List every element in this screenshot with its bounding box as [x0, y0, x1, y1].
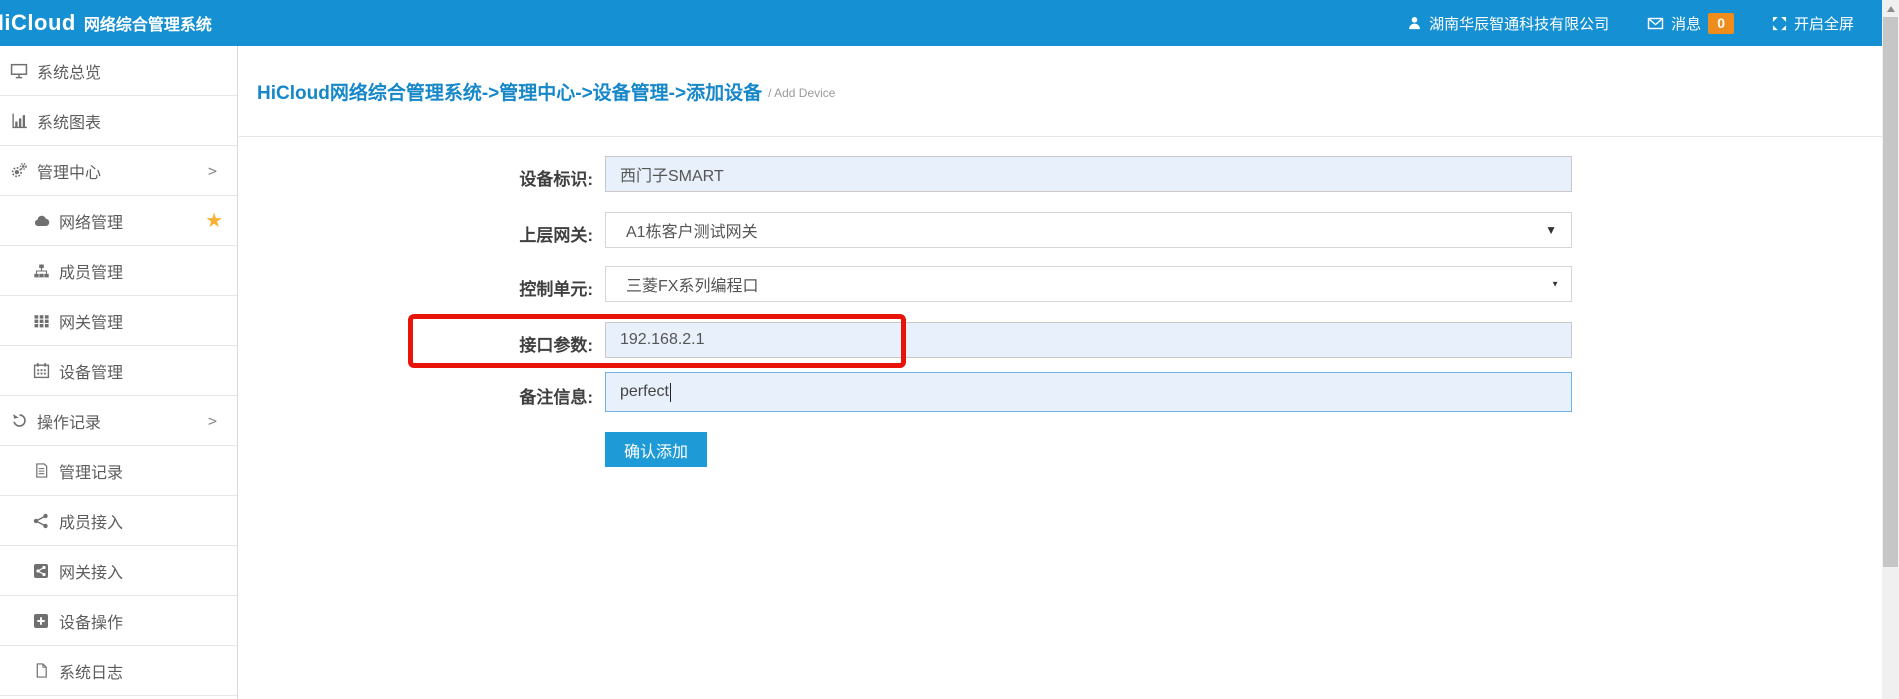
chevron-right-icon: > — [208, 162, 217, 180]
account-menu[interactable]: 湖南华辰智通科技有限公司 — [1407, 13, 1609, 34]
sidebar-item-member-access[interactable]: 成员接入 — [0, 496, 237, 546]
text-cursor — [670, 383, 671, 402]
topbar-right: 湖南华辰智通科技有限公司 消息 0 开启全屏 — [1407, 13, 1882, 34]
sidebar-item-label: 系统图表 — [37, 109, 101, 133]
messages-label: 消息 — [1671, 13, 1701, 34]
file-icon — [30, 662, 52, 679]
sidebar-item-label: 管理中心 — [37, 159, 101, 183]
scrollbar-thumb[interactable] — [1883, 17, 1898, 567]
sidebar-item-label: 系统日志 — [59, 659, 123, 683]
bar-chart-icon — [8, 112, 30, 129]
fullscreen-label: 开启全屏 — [1794, 13, 1854, 34]
vertical-scrollbar[interactable] — [1882, 0, 1899, 699]
confirm-add-button[interactable]: 确认添加 — [605, 432, 707, 467]
scroll-up-arrow[interactable] — [1882, 0, 1899, 17]
sidebar-item-management-records[interactable]: 管理记录 — [0, 446, 237, 496]
sidebar-item-operation-records[interactable]: 操作记录 > — [0, 396, 237, 446]
sidebar-item-label: 操作记录 — [37, 409, 101, 433]
sidebar-item-label: 设备操作 — [59, 609, 123, 633]
red-highlight-box — [408, 314, 906, 368]
star-icon[interactable]: ★ — [205, 211, 223, 231]
cloud-icon — [30, 213, 52, 229]
sidebar-item-management-center[interactable]: 管理中心 > — [0, 146, 237, 196]
device-id-label: 设备标识: — [360, 165, 593, 190]
sidebar-item-system-logs[interactable]: 系统日志 — [0, 646, 237, 696]
envelope-icon — [1647, 16, 1664, 31]
remarks-value: perfect — [620, 383, 669, 401]
remarks-input[interactable]: perfect — [605, 372, 1572, 412]
chevron-right-icon: > — [208, 412, 217, 430]
breadcrumb: HiCloud网络综合管理系统->管理中心->设备管理->添加设备 — [257, 78, 762, 105]
logo-title: 网络综合管理系统 — [84, 11, 212, 35]
messages-menu[interactable]: 消息 0 — [1647, 13, 1734, 34]
sidebar-item-label: 系统总览 — [37, 59, 101, 83]
share-square-icon — [30, 563, 52, 579]
file-text-icon — [30, 462, 52, 479]
caret-down-icon: ▼ — [1551, 280, 1559, 289]
app-logo[interactable]: HiCloud 网络综合管理系统 — [0, 10, 212, 36]
history-icon — [8, 412, 30, 429]
device-id-input[interactable] — [605, 156, 1572, 192]
sidebar-item-label: 网络管理 — [59, 209, 123, 233]
remarks-label: 备注信息: — [360, 383, 593, 408]
control-unit-label: 控制单元: — [360, 275, 593, 300]
sidebar-item-label: 成员接入 — [59, 509, 123, 533]
gears-icon — [8, 162, 30, 179]
breadcrumb-bar: HiCloud网络综合管理系统->管理中心->设备管理->添加设备 / Add … — [239, 46, 1882, 137]
monitor-icon — [8, 62, 30, 79]
sidebar-item-system-overview[interactable]: 系统总览 — [0, 46, 237, 96]
sidebar-item-label: 网关接入 — [59, 559, 123, 583]
control-unit-value: 三菱FX系列编程口 — [626, 272, 758, 296]
fullscreen-toggle[interactable]: 开启全屏 — [1772, 13, 1854, 34]
company-name: 湖南华辰智通科技有限公司 — [1429, 13, 1609, 34]
sidebar: 系统总览 系统图表 管理中心 > 网络管理 ★ 成员管理 — [0, 46, 238, 699]
upper-gateway-label: 上层网关: — [360, 221, 593, 246]
sidebar-item-label: 管理记录 — [59, 459, 123, 483]
sidebar-item-gateway-access[interactable]: 网关接入 — [0, 546, 237, 596]
logo-brand: HiCloud — [0, 10, 76, 36]
sidebar-item-network-management[interactable]: 网络管理 ★ — [0, 196, 237, 246]
user-icon — [1407, 15, 1422, 31]
caret-down-icon: ▼ — [1545, 223, 1557, 237]
page: HiCloud 网络综合管理系统 湖南华辰智通科技有限公司 消息 0 — [0, 0, 1899, 699]
fullscreen-icon — [1772, 16, 1787, 31]
breadcrumb-suffix: / Add Device — [768, 86, 835, 100]
sidebar-item-label: 成员管理 — [59, 259, 123, 283]
upper-gateway-select[interactable]: A1栋客户测试网关 ▼ — [605, 212, 1572, 248]
sidebar-item-gateway-management[interactable]: 网关管理 — [0, 296, 237, 346]
grid-icon — [30, 313, 52, 329]
topbar: HiCloud 网络综合管理系统 湖南华辰智通科技有限公司 消息 0 — [0, 0, 1882, 46]
sidebar-item-system-charts[interactable]: 系统图表 — [0, 96, 237, 146]
plus-square-icon — [30, 613, 52, 629]
upper-gateway-value: A1栋客户测试网关 — [626, 218, 758, 242]
calendar-icon — [30, 362, 52, 379]
control-unit-select[interactable]: 三菱FX系列编程口 ▼ — [605, 266, 1572, 302]
messages-count-badge: 0 — [1708, 13, 1734, 34]
share-icon — [30, 513, 52, 529]
sidebar-item-member-management[interactable]: 成员管理 — [0, 246, 237, 296]
sidebar-item-device-management[interactable]: 设备管理 — [0, 346, 237, 396]
sidebar-item-device-operations[interactable]: 设备操作 — [0, 596, 237, 646]
sidebar-item-label: 网关管理 — [59, 309, 123, 333]
sitemap-icon — [30, 263, 52, 279]
sidebar-item-label: 设备管理 — [59, 359, 123, 383]
